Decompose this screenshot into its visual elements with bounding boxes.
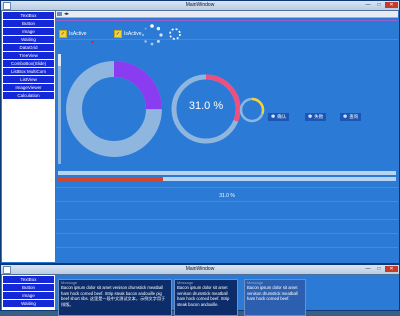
- checkbox-label: IsActive: [124, 31, 142, 37]
- window-title: MainWindow: [185, 2, 215, 8]
- content-area: Message Bacon ipsum dolor sit amet venis…: [56, 275, 398, 316]
- sidebar-item-imageviewer[interactable]: ImageViewer: [3, 84, 54, 91]
- query-button[interactable]: ✽ 查询: [340, 113, 362, 121]
- vertical-slider[interactable]: [58, 54, 61, 164]
- checkmark-icon: ✓: [114, 30, 122, 38]
- divider-line: [56, 219, 398, 220]
- sidebar: TextBox Button Image Waiting DataGrid Tr…: [2, 11, 55, 262]
- main-window: MainWindow — □ ✕ TextBox Button Image Wa…: [0, 0, 400, 264]
- sidebar-item-textbox[interactable]: TextBox: [3, 12, 54, 19]
- sidebar-item-datagrid[interactable]: DataGrid: [3, 44, 54, 51]
- slider-thumb[interactable]: [58, 54, 61, 66]
- divider-line: [56, 247, 398, 248]
- gear-icon: ✽: [343, 114, 348, 120]
- loading-spinner-small-icon: [169, 28, 181, 40]
- title-bar: MainWindow — □ ✕: [1, 1, 399, 11]
- confirm-button[interactable]: ✽ 确认: [268, 113, 290, 121]
- gear-icon: ✽: [308, 114, 313, 120]
- close-button[interactable]: ✕: [385, 266, 398, 272]
- progress-bar: [58, 177, 396, 181]
- toolbar-arrow-icon[interactable]: ◂▸: [64, 11, 69, 17]
- text-panel-1[interactable]: Message Bacon ipsum dolor sit amet venis…: [58, 279, 172, 316]
- progress-label: 31.0 %: [219, 193, 235, 199]
- fail-button[interactable]: ✽ 失败: [305, 113, 327, 121]
- second-window: MainWindow — □ ✕ TextBox Button Image Wa…: [0, 264, 400, 316]
- divider-line: [56, 233, 398, 234]
- close-button[interactable]: ✕: [385, 2, 398, 8]
- sidebar-item-combobox[interactable]: ComboBox(Slide): [3, 60, 54, 67]
- progress-fill: [58, 177, 163, 181]
- checkmark-icon: ✓: [59, 30, 67, 38]
- sidebar-item-listbox[interactable]: ListBox MultiCom: [3, 68, 54, 75]
- panel-text: Bacon ipsum dolor sit amet venison drums…: [177, 285, 230, 307]
- text-panel-2[interactable]: Message Bacon ipsum dolor sit amet venis…: [174, 279, 238, 316]
- sidebar-item-listview[interactable]: ListView: [3, 76, 54, 83]
- sidebar-item-calculation[interactable]: Calculation: [3, 92, 54, 99]
- sidebar-item-treeview[interactable]: TreeView: [3, 52, 54, 59]
- sidebar-item-button[interactable]: Button: [3, 284, 54, 291]
- divider-line: [56, 187, 398, 188]
- toolbar: ◂▸: [56, 11, 398, 18]
- maximize-button[interactable]: □: [374, 2, 384, 8]
- sidebar-item-image[interactable]: Image: [3, 292, 54, 299]
- content-area: ◂▸ ✓ IsActive ✓ IsActive ▾ 31.0 % ✽ 确认 ✽…: [56, 11, 398, 262]
- divider-line: [56, 39, 398, 40]
- panel-text: Bacon ipsum dolor sit amet venison drums…: [247, 285, 298, 301]
- sidebar-item-waiting[interactable]: Waiting: [3, 36, 54, 43]
- sidebar-item-textbox[interactable]: TextBox: [3, 276, 54, 283]
- divider-line: [56, 201, 398, 202]
- isactive-checkbox-1[interactable]: ✓ IsActive: [59, 30, 87, 38]
- sidebar-item-image[interactable]: Image: [3, 28, 54, 35]
- progress-ring-percent: 31.0 %: [188, 100, 224, 112]
- loading-spinner-icon: [141, 24, 163, 46]
- sidebar-item-button[interactable]: Button: [3, 20, 54, 27]
- minimize-button[interactable]: —: [363, 2, 373, 8]
- isactive-checkbox-2[interactable]: ✓ IsActive: [114, 30, 142, 38]
- red-marker-icon: ▾: [91, 40, 95, 46]
- button-label: 确认: [277, 114, 287, 119]
- window-title: MainWindow: [185, 266, 215, 272]
- minimize-button[interactable]: —: [363, 266, 373, 272]
- divider-line: [56, 20, 398, 21]
- checkbox-label: IsActive: [69, 31, 87, 37]
- maximize-button[interactable]: □: [374, 266, 384, 272]
- gear-icon: ✽: [271, 114, 276, 120]
- sidebar: TextBox Button Image Waiting: [2, 275, 55, 310]
- button-label: 查询: [349, 114, 359, 119]
- button-label: 失败: [314, 114, 324, 119]
- progress-bar-top: [58, 171, 396, 175]
- panel-text: Bacon ipsum dolor sit amet venison drums…: [61, 285, 166, 307]
- sidebar-item-waiting[interactable]: Waiting: [3, 300, 54, 307]
- toolbar-icon[interactable]: [57, 12, 62, 16]
- text-panel-3[interactable]: Message Bacon ipsum dolor sit amet venis…: [244, 279, 306, 316]
- title-bar: MainWindow — □ ✕: [1, 265, 399, 275]
- donut-chart: [66, 61, 162, 157]
- small-ring: [239, 97, 265, 123]
